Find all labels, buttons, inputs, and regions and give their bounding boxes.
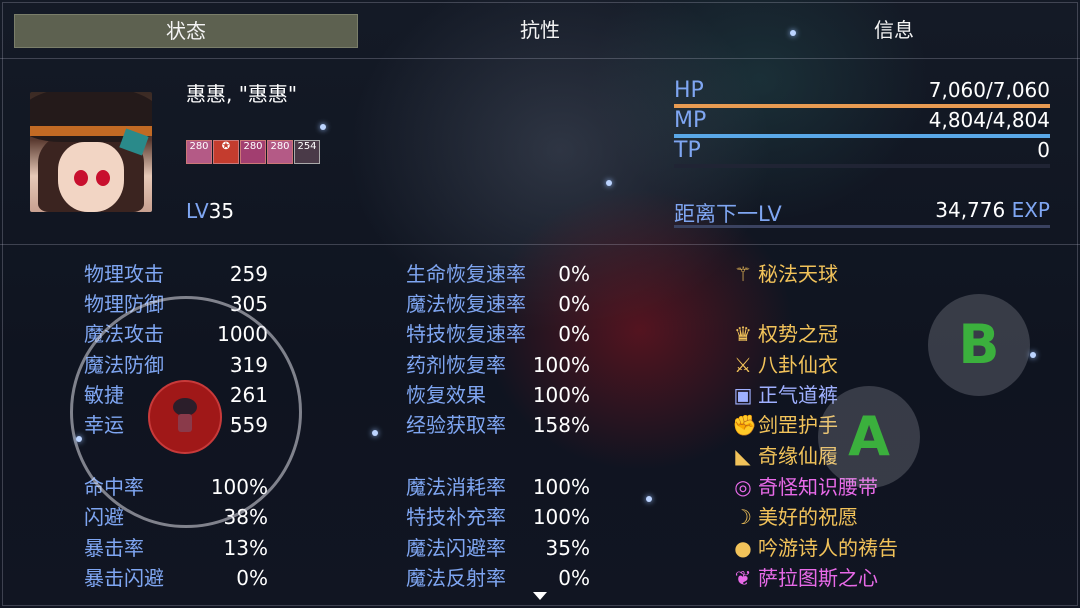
player-sprite-icon: [170, 398, 200, 434]
equip-slot-head[interactable]: ♛ 权势之冠: [732, 320, 838, 348]
a-button[interactable]: A: [818, 386, 920, 488]
sparam-row: 魔法反射率 0%: [406, 566, 590, 590]
equip-slot-shield[interactable]: [732, 290, 758, 318]
boots-icon: ◣: [735, 444, 751, 468]
sparkle-effect: [606, 180, 612, 186]
tp-value: 0: [1037, 138, 1050, 162]
regen-row: 药剂恢复率 100%: [406, 353, 590, 377]
actor-name: 惠惠, "惠惠": [186, 82, 298, 106]
regen-row: 生命恢复速率 0%: [406, 262, 590, 286]
necklace-icon: ☽: [734, 505, 752, 529]
hp-label: HP: [674, 78, 704, 103]
crown-icon: ♛: [734, 322, 752, 346]
belt-icon: ◎: [734, 475, 752, 499]
xparam-row: 暴击闪避 0%: [84, 566, 268, 590]
regen-row: 魔法恢复速率 0%: [406, 292, 590, 316]
header-divider: [0, 58, 1080, 59]
equip-slot-weapon[interactable]: ⚚ 秘法天球: [732, 260, 838, 288]
sparkle-effect: [76, 436, 82, 442]
mp-gauge: MP 4,804/4,804: [674, 106, 1050, 140]
hp-gauge: HP 7,060/7,060: [674, 76, 1050, 110]
heart-icon: ❦: [734, 566, 752, 590]
sparkle-effect: [790, 30, 796, 36]
mp-value: 4,804/4,804: [928, 108, 1050, 132]
sparkle-effect: [320, 124, 326, 130]
tp-gauge: TP 0: [674, 136, 1050, 170]
pants-icon: ▣: [733, 383, 753, 407]
regen-row: 特技恢复速率 0%: [406, 322, 590, 346]
sparam-row: 魔法消耗率 100%: [406, 475, 590, 499]
regen-row: 恢复效果 100%: [406, 383, 590, 407]
b-button[interactable]: B: [928, 294, 1030, 396]
buff-icon: 280: [186, 140, 212, 164]
section-divider: [0, 244, 1080, 245]
equip-slot-legs[interactable]: ▣ 正气道裤: [732, 381, 838, 409]
equip-slot-body[interactable]: ⚔ 八卦仙衣: [732, 351, 838, 379]
sparkle-effect: [1030, 352, 1036, 358]
exp-label: 距离下一LV: [674, 202, 782, 226]
staff-icon: ⚚: [734, 262, 752, 286]
tab-status[interactable]: 状态: [14, 14, 358, 48]
xparam-row: 暴击率 13%: [84, 536, 268, 560]
level-label: LV: [186, 199, 209, 223]
sparam-row: 特技补充率 100%: [406, 505, 590, 529]
exp-to-next-level: 距离下一LV 34,776 EXP: [674, 196, 1050, 228]
robe-icon: ⚔: [734, 353, 752, 377]
actor-level: LV35: [186, 199, 234, 223]
tp-label: TP: [674, 138, 701, 163]
emblem-icon: ✪: [213, 140, 239, 164]
buff-icon: 280: [267, 140, 293, 164]
mp-label: MP: [674, 108, 707, 133]
param-row: 物理攻击 259: [84, 262, 268, 286]
exp-value: 34,776 EXP: [935, 198, 1050, 222]
state-icons: 280 ✪ 280 280 254: [186, 140, 320, 164]
level-value: 35: [208, 199, 235, 223]
equip-slot-ring[interactable]: ● 吟游诗人的祷告: [732, 534, 898, 562]
ring-icon: ●: [734, 536, 752, 560]
actor-portrait: [30, 92, 152, 212]
skull-icon: 254: [294, 140, 320, 164]
sparkle-effect: [646, 496, 652, 502]
tab-resistance[interactable]: 抗性: [370, 14, 710, 46]
equip-slot-accessory[interactable]: ❦ 萨拉图斯之心: [732, 564, 878, 592]
scroll-down-arrow-icon[interactable]: [533, 592, 547, 600]
gauntlet-icon: ✊: [732, 413, 757, 437]
regen-row: 经验获取率 158%: [406, 413, 590, 437]
buff-icon: 280: [240, 140, 266, 164]
equip-slot-necklace[interactable]: ☽ 美好的祝愿: [732, 503, 858, 531]
hp-value: 7,060/7,060: [928, 78, 1050, 102]
sparam-row: 魔法闪避率 35%: [406, 536, 590, 560]
tab-info[interactable]: 信息: [724, 14, 1064, 46]
sparkle-effect: [372, 430, 378, 436]
